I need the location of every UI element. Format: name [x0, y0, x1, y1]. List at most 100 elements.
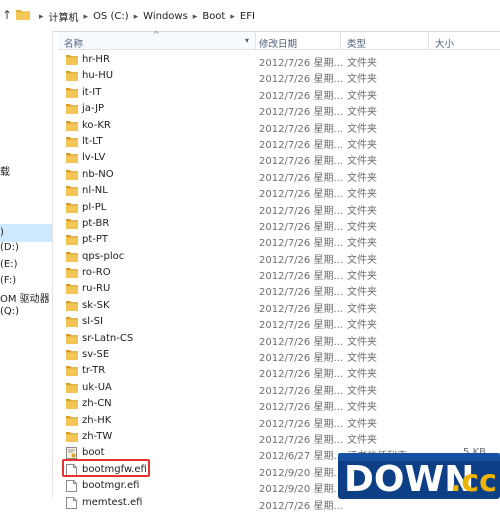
- file-date: 2012/7/26 星期...: [259, 238, 343, 250]
- sort-ascending-icon: ^: [153, 30, 160, 39]
- file-date: 2012/7/26 星期...: [259, 107, 343, 119]
- folder-row[interactable]: hr-HR 2012/7/26 星期... 文件夹: [58, 52, 500, 69]
- file-date: 2012/7/26 星期...: [259, 402, 343, 414]
- chevron-down-icon[interactable]: ▾: [245, 36, 249, 45]
- column-size-header[interactable]: 大小: [435, 36, 454, 50]
- file-date: 2012/9/20 星期...: [259, 484, 343, 496]
- file-type: 文件夹: [347, 418, 377, 430]
- nav-item-label: ): [0, 227, 4, 238]
- folder-icon: [66, 333, 78, 345]
- breadcrumb-separator-icon: ▸: [39, 11, 44, 22]
- folder-icon: [66, 283, 78, 295]
- nav-item-drive-f[interactable]: (F:): [0, 275, 16, 286]
- nav-item-drive-d[interactable]: (D:): [0, 242, 19, 253]
- folder-row[interactable]: pt-BR 2012/7/26 星期... 文件夹: [58, 216, 500, 233]
- column-date-header[interactable]: 修改日期: [259, 36, 297, 50]
- file-type: 文件夹: [347, 74, 377, 86]
- folder-row[interactable]: lt-LT 2012/7/26 星期... 文件夹: [58, 134, 500, 151]
- folder-row[interactable]: qps-ploc 2012/7/26 星期... 文件夹: [58, 249, 500, 266]
- breadcrumb-computer[interactable]: 计算机: [49, 9, 79, 24]
- file-date: 2012/7/26 星期...: [259, 303, 343, 315]
- column-type-header[interactable]: 类型: [347, 36, 366, 50]
- file-name: uk-UA: [82, 381, 112, 393]
- file-name: ja-JP: [82, 103, 105, 115]
- folder-icon: [66, 185, 78, 197]
- folder-row[interactable]: lv-LV 2012/7/26 星期... 文件夹: [58, 150, 500, 168]
- file-date: 2012/7/26 星期...: [259, 221, 343, 233]
- file-name: lt-LT: [82, 135, 103, 147]
- folder-row[interactable]: sk-SK 2012/7/26 星期... 文件夹: [58, 298, 500, 315]
- file-list[interactable]: hr-HR 2012/7/26 星期... 文件夹 hu-HU 2012/7/26 星期…: [58, 52, 500, 512]
- breadcrumb-efi[interactable]: EFI: [240, 11, 255, 22]
- file-type: 文件夹: [347, 402, 377, 414]
- column-header: ^ 名称 ▾ 修改日期 类型 大小: [58, 30, 500, 50]
- column-divider[interactable]: [340, 32, 341, 49]
- file-date: 2012/7/26 星期...: [259, 336, 343, 348]
- nav-item-download[interactable]: 载: [0, 163, 10, 178]
- nav-item-drive-e[interactable]: (E:): [0, 259, 18, 270]
- file-type: 文件夹: [347, 139, 377, 151]
- file-name: hu-HU: [82, 70, 114, 82]
- column-name-header[interactable]: ^ 名称 ▾: [58, 30, 256, 50]
- breadcrumb-os-drive[interactable]: OS (C:): [93, 11, 129, 22]
- file-name: zh-TW: [82, 430, 113, 442]
- file-type: 文件夹: [347, 107, 377, 119]
- folder-row[interactable]: tr-TR 2012/7/26 星期... 文件夹: [58, 363, 500, 381]
- file-date: 2012/7/26 星期...: [259, 271, 343, 283]
- folder-row[interactable]: sr-Latn-CS 2012/7/26 星期... 文件夹: [58, 331, 500, 348]
- file-type: 文件夹: [347, 303, 377, 315]
- folder-row[interactable]: sv-SE 2012/7/26 星期... 文件夹: [58, 347, 500, 364]
- file-name: it-IT: [82, 86, 102, 98]
- column-divider[interactable]: [428, 32, 429, 49]
- certificate-file-icon: [66, 447, 78, 460]
- file-date: 2012/7/26 星期...: [259, 172, 343, 184]
- down-cc-watermark-logo: DOWN .cc: [338, 453, 500, 499]
- folder-row[interactable]: nl-NL 2012/7/26 星期... 文件夹: [58, 183, 500, 200]
- folder-icon: [66, 218, 78, 230]
- folder-row[interactable]: pl-PL 2012/7/26 星期... 文件夹: [58, 200, 500, 217]
- folder-row[interactable]: sl-SI 2012/7/26 星期... 文件夹: [58, 314, 500, 332]
- folder-row[interactable]: ro-RO 2012/7/26 星期... 文件夹: [58, 265, 500, 283]
- folder-row[interactable]: pt-PT 2012/7/26 星期... 文件夹: [58, 232, 500, 250]
- file-name: ro-RO: [82, 267, 111, 279]
- file-type: 文件夹: [347, 90, 377, 102]
- folder-icon: [66, 415, 78, 427]
- nav-item-selected-drive[interactable]: ): [0, 224, 52, 242]
- breadcrumb-boot[interactable]: Boot: [202, 11, 225, 22]
- file-name: pt-BR: [82, 217, 110, 229]
- folder-row[interactable]: zh-HK 2012/7/26 星期... 文件夹: [58, 413, 500, 430]
- folder-row[interactable]: ko-KR 2012/7/26 星期... 文件夹: [58, 118, 500, 135]
- up-arrow-icon[interactable]: ↑: [2, 8, 12, 22]
- folder-row[interactable]: hu-HU 2012/7/26 星期... 文件夹: [58, 68, 500, 86]
- file-date: 2012/7/26 星期...: [259, 385, 343, 397]
- folder-row[interactable]: zh-CN 2012/7/26 星期... 文件夹: [58, 396, 500, 414]
- folder-row[interactable]: ja-JP 2012/7/26 星期... 文件夹: [58, 101, 500, 119]
- breadcrumb: ▸ 计算机 ▸ OS (C:) ▸ Windows ▸ Boot ▸ EFI: [34, 9, 255, 24]
- file-name: boot: [82, 447, 105, 459]
- navigation-pane[interactable]: 载 ) (D:) (E:) (F:) OM 驱动器 (G (Q:): [0, 31, 53, 499]
- folder-row[interactable]: uk-UA 2012/7/26 星期... 文件夹: [58, 380, 500, 397]
- nav-item-drive-q[interactable]: (Q:): [0, 306, 19, 317]
- column-name-label: 名称: [64, 39, 84, 50]
- nav-item-dvd-drive-g[interactable]: OM 驱动器 (G: [0, 290, 52, 305]
- file-date: 2012/7/26 星期...: [259, 74, 343, 86]
- file-date: 2012/7/26 星期...: [259, 139, 343, 151]
- breadcrumb-separator-icon: ▸: [133, 11, 139, 22]
- folder-icon: [66, 120, 78, 132]
- address-bar[interactable]: ↑ ▸ 计算机 ▸ OS (C:) ▸ Windows ▸ Boot ▸ EFI: [0, 0, 500, 32]
- folder-row[interactable]: it-IT 2012/7/26 星期... 文件夹: [58, 85, 500, 102]
- folder-icon: [66, 382, 78, 394]
- folder-row[interactable]: zh-TW 2012/7/26 星期... 文件夹: [58, 429, 500, 446]
- file-date: 2012/7/26 星期...: [259, 123, 343, 135]
- file-type: 文件夹: [347, 369, 377, 381]
- folder-row[interactable]: ru-RU 2012/7/26 星期... 文件夹: [58, 281, 500, 298]
- file-type: 文件夹: [347, 221, 377, 233]
- file-date: 2012/7/26 星期...: [259, 156, 343, 168]
- file-type: 文件夹: [347, 385, 377, 397]
- folder-icon: [66, 398, 78, 410]
- file-name: qps-ploc: [82, 250, 125, 262]
- file-type: 文件夹: [347, 320, 377, 332]
- breadcrumb-windows[interactable]: Windows: [143, 11, 188, 22]
- folder-row[interactable]: nb-NO 2012/7/26 星期... 文件夹: [58, 167, 500, 184]
- file-name: bootmgr.efi: [82, 480, 140, 492]
